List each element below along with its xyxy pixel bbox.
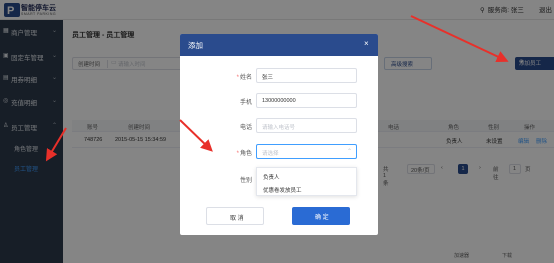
dialog-header: 添加 × xyxy=(180,34,378,56)
tel-field[interactable]: 请输入电话号 xyxy=(256,118,357,133)
required-mark: * xyxy=(236,151,239,157)
tel-placeholder: 请输入电话号 xyxy=(262,125,296,131)
role-option[interactable]: 负责人 xyxy=(257,170,356,182)
chevron-up-icon: ⌃ xyxy=(347,149,353,155)
role-label: *角色 xyxy=(202,148,252,157)
role-option-label: 优惠卷发放员工 xyxy=(263,188,302,194)
confirm-label: 确 定 xyxy=(315,215,329,221)
name-label-text: 姓名 xyxy=(239,75,252,81)
dialog-title: 添加 xyxy=(188,41,203,50)
role-placeholder: 请选择 xyxy=(262,151,279,157)
name-label: *姓名 xyxy=(202,72,252,81)
phone-label: 手机 xyxy=(239,100,252,106)
required-mark: * xyxy=(236,75,239,81)
close-icon[interactable]: × xyxy=(364,39,369,48)
role-option-label: 负责人 xyxy=(263,175,280,181)
role-select[interactable]: 请选择 ⌃ xyxy=(256,144,357,159)
role-label-text: 角色 xyxy=(239,151,252,157)
name-value: 张三 xyxy=(262,75,274,81)
tel-label: 电话 xyxy=(239,125,252,131)
cancel-button[interactable]: 取 消 xyxy=(206,207,264,225)
add-staff-dialog: 添加 × *姓名 张三 手机 13000000000 电话 请输入电话号 *角色… xyxy=(180,34,378,235)
phone-field[interactable]: 13000000000 xyxy=(256,93,357,108)
role-dropdown: 负责人 优惠卷发放员工 xyxy=(256,167,357,196)
confirm-button[interactable]: 确 定 xyxy=(292,207,350,225)
role-option[interactable]: 优惠卷发放员工 xyxy=(257,183,356,195)
cancel-label: 取 消 xyxy=(230,216,244,222)
phone-value: 13000000000 xyxy=(262,98,296,104)
gender-label: 性别 xyxy=(239,178,252,184)
name-field[interactable]: 张三 xyxy=(256,68,357,83)
